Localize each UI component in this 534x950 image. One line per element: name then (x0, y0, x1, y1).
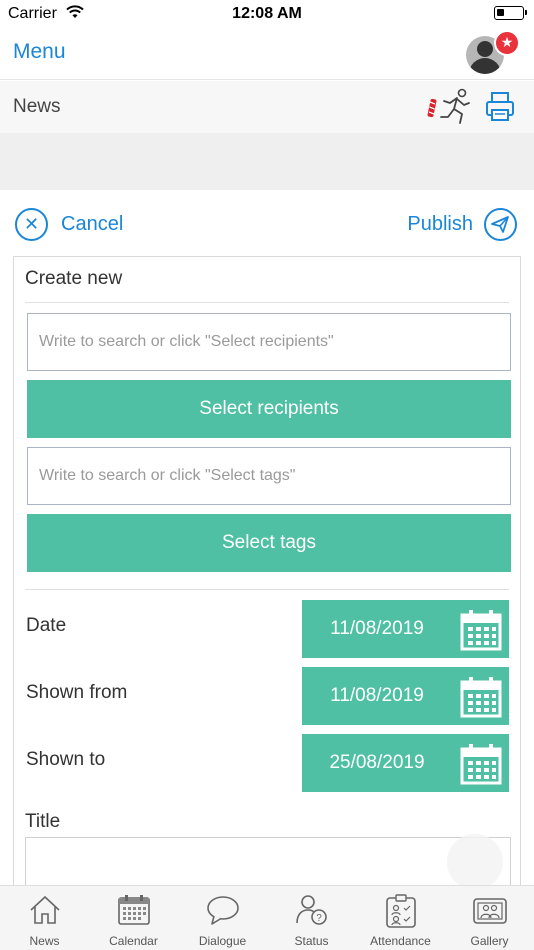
send-icon (484, 207, 517, 241)
date-value: 11/08/2019 (330, 618, 424, 639)
shown-to-label: Shown to (26, 749, 106, 770)
action-row: ✕ Cancel Publish (0, 190, 534, 256)
tab-status[interactable]: ? Status (267, 886, 356, 950)
person-question-icon: ? (296, 895, 327, 925)
cancel-button[interactable]: ✕ Cancel (15, 207, 123, 241)
date-picker-button[interactable]: 11/08/2019 (302, 600, 509, 658)
publish-button[interactable]: Publish (407, 207, 517, 241)
floating-action-button[interactable] (447, 834, 503, 890)
shown-from-label: Shown from (26, 682, 128, 703)
calendar-icon (118, 895, 150, 925)
tab-attendance-label: Attendance (370, 934, 431, 948)
emergency-exit-icon[interactable] (426, 87, 472, 132)
tab-attendance[interactable]: Attendance (356, 886, 445, 950)
menu-button[interactable]: Menu (13, 40, 66, 64)
speech-bubble-icon (207, 896, 239, 925)
calendar-icon (460, 676, 502, 723)
shown-to-value: 25/08/2019 (329, 752, 425, 773)
svg-text:?: ? (316, 913, 322, 924)
star-icon: ★ (494, 30, 520, 56)
tab-status-label: Status (294, 934, 329, 948)
battery-icon (494, 6, 527, 20)
clock: 12:08 AM (232, 5, 302, 22)
title-label: Title (25, 811, 61, 832)
shown-from-value: 11/08/2019 (330, 685, 424, 706)
nav-bar: Menu ★ (0, 28, 534, 80)
select-recipients-button[interactable]: Select recipients (27, 380, 511, 438)
create-news-form: Create new Select recipients Select tags… (13, 256, 521, 907)
select-tags-button[interactable]: Select tags (27, 514, 511, 572)
clipboard-people-icon (386, 894, 416, 928)
divider (25, 302, 509, 303)
tab-news[interactable]: News (0, 886, 89, 950)
tags-search-input[interactable] (27, 447, 511, 505)
tab-dialogue-label: Dialogue (198, 934, 247, 948)
page-header: News (0, 81, 534, 133)
date-label: Date (26, 615, 67, 636)
form-heading: Create new (25, 268, 123, 289)
calendar-icon (460, 609, 502, 656)
home-icon (30, 895, 60, 924)
shown-to-picker-button[interactable]: 25/08/2019 (302, 734, 509, 792)
tab-bar: News Calendar Dialogue ? Status Attendan… (0, 885, 534, 950)
status-bar: Carrier 12:08 AM (0, 0, 534, 28)
cancel-label: Cancel (61, 212, 124, 235)
publish-label: Publish (407, 212, 473, 235)
photo-gallery-icon (473, 898, 507, 924)
divider (25, 589, 509, 590)
close-icon: ✕ (15, 207, 48, 241)
tab-dialogue[interactable]: Dialogue (178, 886, 267, 950)
tab-calendar[interactable]: Calendar (89, 886, 178, 950)
spacer-band (0, 133, 534, 190)
calendar-icon (460, 743, 502, 790)
shown-from-picker-button[interactable]: 11/08/2019 (302, 667, 509, 725)
page-title: News (13, 96, 61, 117)
recipients-search-input[interactable] (27, 313, 511, 371)
tab-news-label: News (29, 934, 60, 948)
tab-gallery[interactable]: Gallery (445, 886, 534, 950)
tab-gallery-label: Gallery (470, 934, 509, 948)
print-icon[interactable] (485, 91, 515, 128)
tab-calendar-label: Calendar (109, 934, 158, 948)
